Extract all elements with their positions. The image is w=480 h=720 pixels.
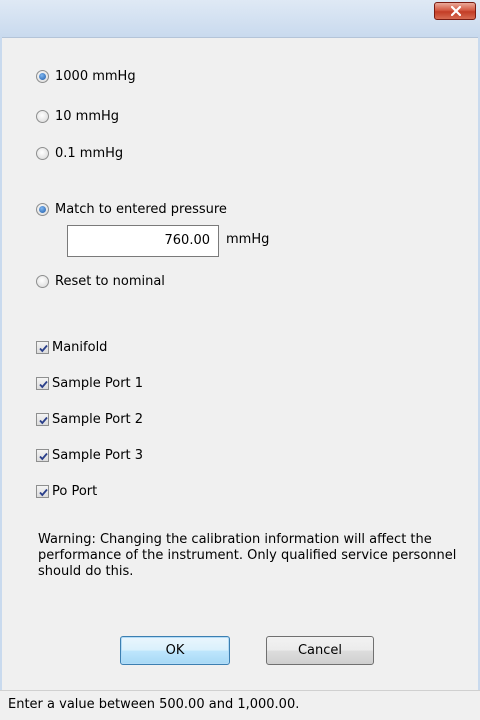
port-label: Sample Port 2 — [52, 411, 144, 427]
radio-button[interactable] — [36, 109, 49, 123]
cancel-button[interactable]: Cancel — [266, 636, 374, 665]
port-label: Sample Port 3 — [52, 447, 144, 463]
match-option-label: Match to entered pressure — [55, 201, 227, 217]
close-button[interactable] — [434, 2, 476, 20]
close-icon — [451, 6, 461, 16]
pressure-input[interactable]: 760.00 — [67, 225, 219, 257]
checkmark-icon — [39, 344, 48, 352]
port-label: Sample Port 1 — [52, 375, 144, 391]
checkbox[interactable] — [36, 340, 49, 354]
checkmark-icon — [39, 380, 48, 388]
calibration-dialog: 1000 mmHg 10 mmHg 0.1 mmHg Match to ente… — [0, 0, 480, 720]
range-option-label: 10 mmHg — [55, 108, 120, 124]
checkbox[interactable] — [36, 376, 49, 390]
range-option-0-1[interactable]: 0.1 mmHg — [36, 143, 123, 163]
checkmark-icon — [39, 452, 48, 460]
pressure-unit-label: mmHg — [226, 232, 270, 247]
checkbox[interactable] — [36, 412, 49, 426]
status-bar: Enter a value between 500.00 and 1,000.0… — [0, 690, 480, 720]
radio-button[interactable] — [36, 69, 49, 83]
radio-button[interactable] — [36, 202, 49, 216]
ok-button[interactable]: OK — [120, 636, 230, 665]
radio-button[interactable] — [36, 274, 49, 288]
port-label: Manifold — [52, 339, 108, 355]
checkmark-icon — [39, 416, 48, 424]
range-option-label: 1000 mmHg — [55, 68, 136, 84]
port-checkbox-manifold[interactable]: Manifold — [36, 337, 107, 357]
radio-button[interactable] — [36, 146, 49, 160]
reset-to-nominal-option[interactable]: Reset to nominal — [36, 271, 165, 291]
warning-text: Warning: Changing the calibration inform… — [38, 532, 457, 579]
status-text: Enter a value between 500.00 and 1,000.0… — [8, 697, 300, 712]
port-checkbox-sample-port-2[interactable]: Sample Port 2 — [36, 409, 143, 429]
port-label: Po Port — [52, 483, 98, 499]
port-checkbox-sample-port-1[interactable]: Sample Port 1 — [36, 373, 143, 393]
checkbox[interactable] — [36, 448, 49, 462]
port-checkbox-po-port[interactable]: Po Port — [36, 481, 97, 501]
window-border-left — [0, 37, 2, 690]
range-option-1000[interactable]: 1000 mmHg — [36, 66, 136, 86]
reset-option-label: Reset to nominal — [55, 273, 165, 289]
title-bar[interactable] — [0, 0, 480, 38]
port-checkbox-sample-port-3[interactable]: Sample Port 3 — [36, 445, 143, 465]
checkmark-icon — [39, 488, 48, 496]
match-to-entered-pressure-option[interactable]: Match to entered pressure — [36, 199, 227, 219]
range-option-label: 0.1 mmHg — [55, 145, 124, 161]
range-option-10[interactable]: 10 mmHg — [36, 106, 119, 126]
checkbox[interactable] — [36, 484, 49, 498]
